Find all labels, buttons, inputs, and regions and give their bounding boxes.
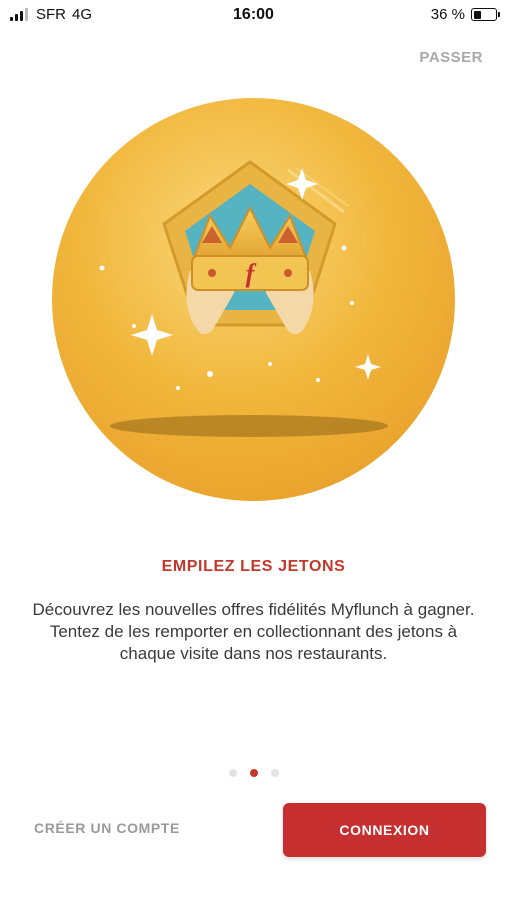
page-dot (228, 769, 237, 777)
onboarding-title: EMPILEZ LES JETONS (161, 558, 346, 575)
battery-level (473, 10, 481, 19)
battery-icon (471, 8, 500, 21)
page-dot (270, 769, 279, 777)
page-indicator (0, 769, 507, 777)
onboarding-description: Découvrez les nouvelles offres fidélités… (32, 600, 475, 663)
status-right: 36 % (430, 6, 500, 23)
crown-icon: f (191, 205, 309, 291)
status-bar: SFR 4G 16:00 36 % (0, 0, 507, 30)
create-account-button[interactable]: CRÉER UN COMPTE (34, 820, 180, 836)
battery-percent: 36 % (430, 6, 465, 23)
token-shadow (110, 415, 388, 437)
login-button[interactable]: CONNEXION (283, 803, 486, 857)
page-dot (249, 769, 258, 777)
crown-token-illustration: f (52, 98, 455, 501)
skip-button[interactable]: PASSER (419, 49, 483, 66)
